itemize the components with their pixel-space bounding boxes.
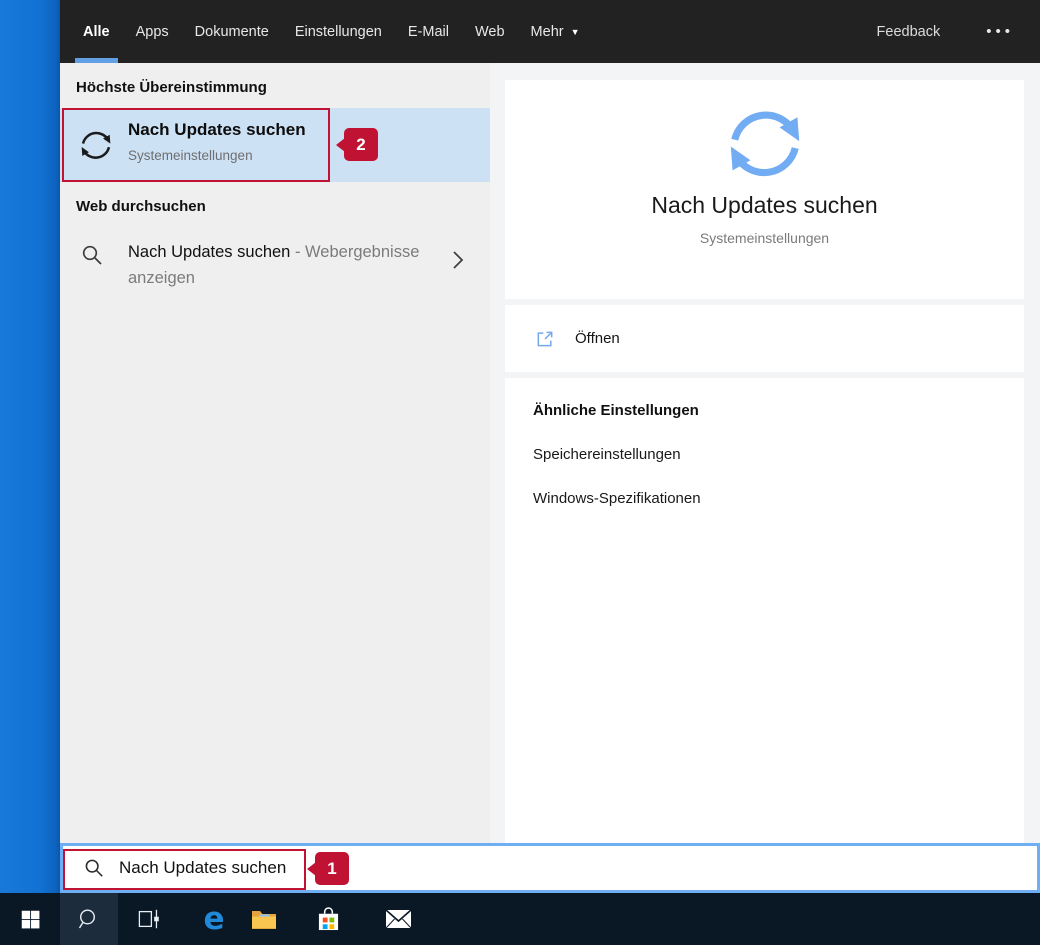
search-input[interactable] <box>117 857 741 879</box>
open-external-icon <box>537 331 553 346</box>
preview-hero-card: Nach Updates suchen Systemeinstellungen <box>505 80 1024 299</box>
windows-logo-icon <box>21 910 39 928</box>
search-results-panel: Höchste Übereinstimmung Nach Updates suc… <box>60 63 490 843</box>
web-search-result[interactable]: Nach Updates suchen - Webergebnisse anze… <box>60 233 490 313</box>
tab-mehr[interactable]: Mehr ▼ <box>518 0 593 63</box>
search-icon <box>78 909 96 929</box>
chevron-down-icon: ▼ <box>570 26 580 37</box>
preview-title: Nach Updates suchen <box>651 192 878 218</box>
best-match-subtitle: Systemeinstellungen <box>128 148 253 163</box>
edge-browser-button[interactable]: e <box>192 893 236 945</box>
file-explorer-icon <box>252 910 276 929</box>
best-match-result[interactable]: Nach Updates suchen Systemeinstellungen <box>60 108 490 182</box>
best-match-header: Höchste Übereinstimmung <box>76 79 267 96</box>
preview-panel: Nach Updates suchen Systemeinstellungen … <box>490 63 1040 843</box>
mail-button[interactable] <box>374 893 422 945</box>
preview-subtitle: Systemeinstellungen <box>699 230 830 246</box>
search-filter-bar: Alle Apps Dokumente Einstellungen E-Mail… <box>60 0 1040 63</box>
web-result-text: Nach Updates suchen - Webergebnisse anze… <box>128 243 420 287</box>
related-item-speichereinstellungen[interactable]: Speichereinstellungen <box>533 446 1024 463</box>
open-action-row[interactable]: Öffnen <box>505 305 1024 372</box>
tab-web[interactable]: Web <box>462 0 518 63</box>
file-explorer-button[interactable] <box>242 893 286 945</box>
topbar-right-group: Feedback ••• <box>877 23 1040 40</box>
web-search-header: Web durchsuchen <box>76 198 206 215</box>
taskbar-search-button[interactable] <box>60 893 118 945</box>
tab-alle[interactable]: Alle <box>70 0 123 63</box>
microsoft-store-button[interactable] <box>306 893 350 945</box>
taskbar: e <box>0 893 1040 945</box>
start-button[interactable] <box>0 893 60 945</box>
tab-email[interactable]: E-Mail <box>395 0 462 63</box>
tab-apps[interactable]: Apps <box>123 0 182 63</box>
edge-logo-icon: e <box>203 900 225 937</box>
annotation-marker-1: 1 <box>315 852 349 885</box>
sync-icon <box>81 131 111 159</box>
related-settings-header: Ähnliche Einstellungen <box>533 402 699 419</box>
open-label: Öffnen <box>575 330 620 347</box>
screen: Alle Apps Dokumente Einstellungen E-Mail… <box>0 0 1040 945</box>
more-options-icon[interactable]: ••• <box>986 23 1014 40</box>
annotation-marker-2: 2 <box>344 128 378 161</box>
search-icon <box>82 245 102 265</box>
task-view-icon <box>138 909 159 929</box>
desktop-background-strip <box>0 0 60 893</box>
best-match-title: Nach Updates suchen <box>128 120 306 139</box>
search-icon <box>85 859 103 877</box>
store-bag-icon <box>318 906 338 930</box>
related-settings-card: Ähnliche Einstellungen Speichereinstellu… <box>505 378 1024 843</box>
feedback-button[interactable]: Feedback <box>877 24 941 40</box>
mail-envelope-icon <box>384 909 412 929</box>
tab-einstellungen[interactable]: Einstellungen <box>282 0 395 63</box>
tab-dokumente[interactable]: Dokumente <box>182 0 282 63</box>
chevron-right-icon[interactable] <box>452 250 464 270</box>
sync-icon-large <box>730 111 799 177</box>
task-view-button[interactable] <box>128 893 172 945</box>
related-item-windows-spezifikationen[interactable]: Windows-Spezifikationen <box>533 490 1024 507</box>
taskbar-search-box[interactable]: 1 <box>60 843 1040 893</box>
